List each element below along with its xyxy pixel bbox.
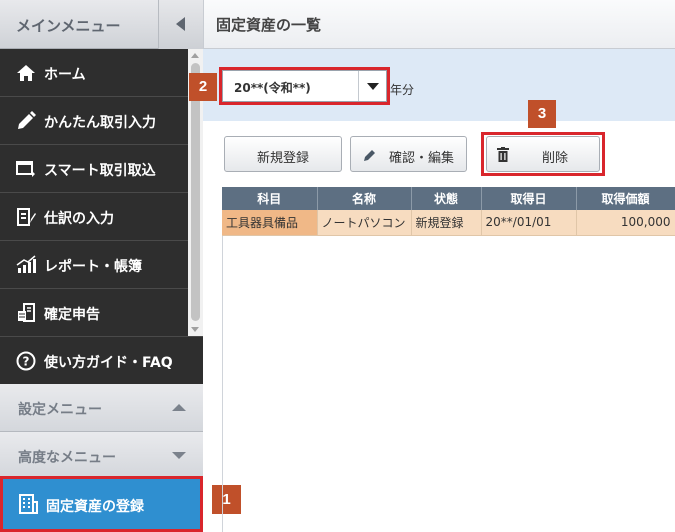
highlight-box-step3 — [481, 132, 605, 176]
table-header-row: 科目 名称 状態 取得日 取得価額 — [222, 187, 675, 210]
fixed-asset-table: 科目 名称 状態 取得日 取得価額 工具器具備品 ノートパソコン 新規登録 20… — [222, 187, 675, 236]
tax-return-icon — [18, 303, 35, 322]
confirm-edit-button[interactable]: 確認・編集 — [350, 136, 467, 172]
nav-item-label: 仕訳の入力 — [44, 211, 114, 227]
cell-name: ノートパソコン — [317, 210, 412, 236]
import-icon — [16, 161, 35, 177]
step-badge-3: 3 — [528, 100, 556, 128]
settings-menu-toggle[interactable]: 設定メニュー — [0, 384, 203, 432]
scroll-down-icon[interactable] — [191, 327, 199, 332]
chart-icon — [16, 255, 36, 273]
advanced-menu-label: 高度なメニュー — [18, 450, 116, 466]
column-header-status[interactable]: 状態 — [411, 187, 482, 210]
main-menu-header: メインメニュー — [0, 0, 203, 49]
page-title: 固定資産の一覧 — [216, 16, 322, 34]
table-row[interactable]: 工具器具備品 ノートパソコン 新規登録 20**/01/01 100,000 — [222, 210, 675, 236]
highlight-box-step2 — [219, 67, 390, 105]
nav-item-label: かんたん取引入力 — [44, 115, 156, 131]
nav-item-journal-entry[interactable]: 仕訳の入力 — [0, 193, 190, 241]
year-suffix: 年分 — [390, 83, 415, 97]
nav-item-tax-return[interactable]: 確定申告 — [0, 289, 190, 336]
home-icon — [17, 65, 35, 81]
column-header-name[interactable]: 名称 — [317, 187, 412, 210]
cell-account: 工具器具備品 — [222, 210, 318, 236]
confirm-edit-label: 確認・編集 — [389, 151, 455, 166]
help-circle-icon: ? — [16, 351, 36, 371]
nav-item-label: レポート・帳簿 — [44, 259, 142, 275]
new-register-button[interactable]: 新規登録 — [224, 136, 342, 172]
nav-item-home[interactable]: ホーム — [0, 49, 190, 97]
page-header: 固定資産の一覧 — [203, 0, 675, 49]
svg-text:?: ? — [23, 355, 30, 369]
expand-up-icon — [172, 404, 186, 411]
nav-item-smart-import[interactable]: スマート取引取込 — [0, 145, 190, 193]
chevron-left-icon — [176, 17, 185, 31]
main-menu-list: ホーム かんたん取引入力 スマート取引取込 仕訳の入力 レポート・帳簿 確定申告 — [0, 49, 190, 336]
column-header-acquisition-cost[interactable]: 取得価額 — [576, 187, 675, 210]
collapse-sidebar-button[interactable] — [158, 0, 203, 49]
nav-item-label: スマート取引取込 — [44, 163, 156, 179]
nav-item-label: 確定申告 — [44, 307, 100, 323]
column-header-acquired-date[interactable]: 取得日 — [481, 187, 577, 210]
pencil-icon — [18, 111, 36, 129]
nav-item-reports[interactable]: レポート・帳簿 — [0, 241, 190, 289]
asset-grid-area — [222, 187, 675, 532]
highlight-box-step1 — [0, 476, 203, 532]
journal-icon — [17, 208, 36, 226]
pencil-icon — [364, 150, 375, 161]
advanced-menu-toggle[interactable]: 高度なメニュー — [0, 432, 203, 478]
nav-item-guide-faq[interactable]: ? 使い方ガイド・FAQ — [0, 336, 203, 384]
cell-status: 新規登録 — [411, 210, 482, 236]
scroll-up-icon[interactable] — [191, 53, 199, 58]
column-header-account[interactable]: 科目 — [222, 187, 318, 210]
sidebar: メインメニュー ホーム かんたん取引入力 スマート取引取込 仕訳の入力 レポート… — [0, 0, 203, 532]
cell-acquired-date: 20**/01/01 — [481, 210, 577, 236]
expand-down-icon — [172, 452, 186, 459]
cell-acquisition-cost: 100,000 — [576, 210, 675, 236]
main-menu-title: メインメニュー — [16, 17, 121, 35]
settings-menu-label: 設定メニュー — [18, 402, 102, 418]
scrollbar-thumb[interactable] — [191, 63, 200, 321]
nav-item-easy-entry[interactable]: かんたん取引入力 — [0, 97, 190, 145]
nav-item-label: ホーム — [44, 67, 86, 83]
guide-label: 使い方ガイド・FAQ — [44, 355, 173, 371]
new-register-label: 新規登録 — [257, 151, 310, 166]
step-badge-2: 2 — [189, 73, 217, 101]
